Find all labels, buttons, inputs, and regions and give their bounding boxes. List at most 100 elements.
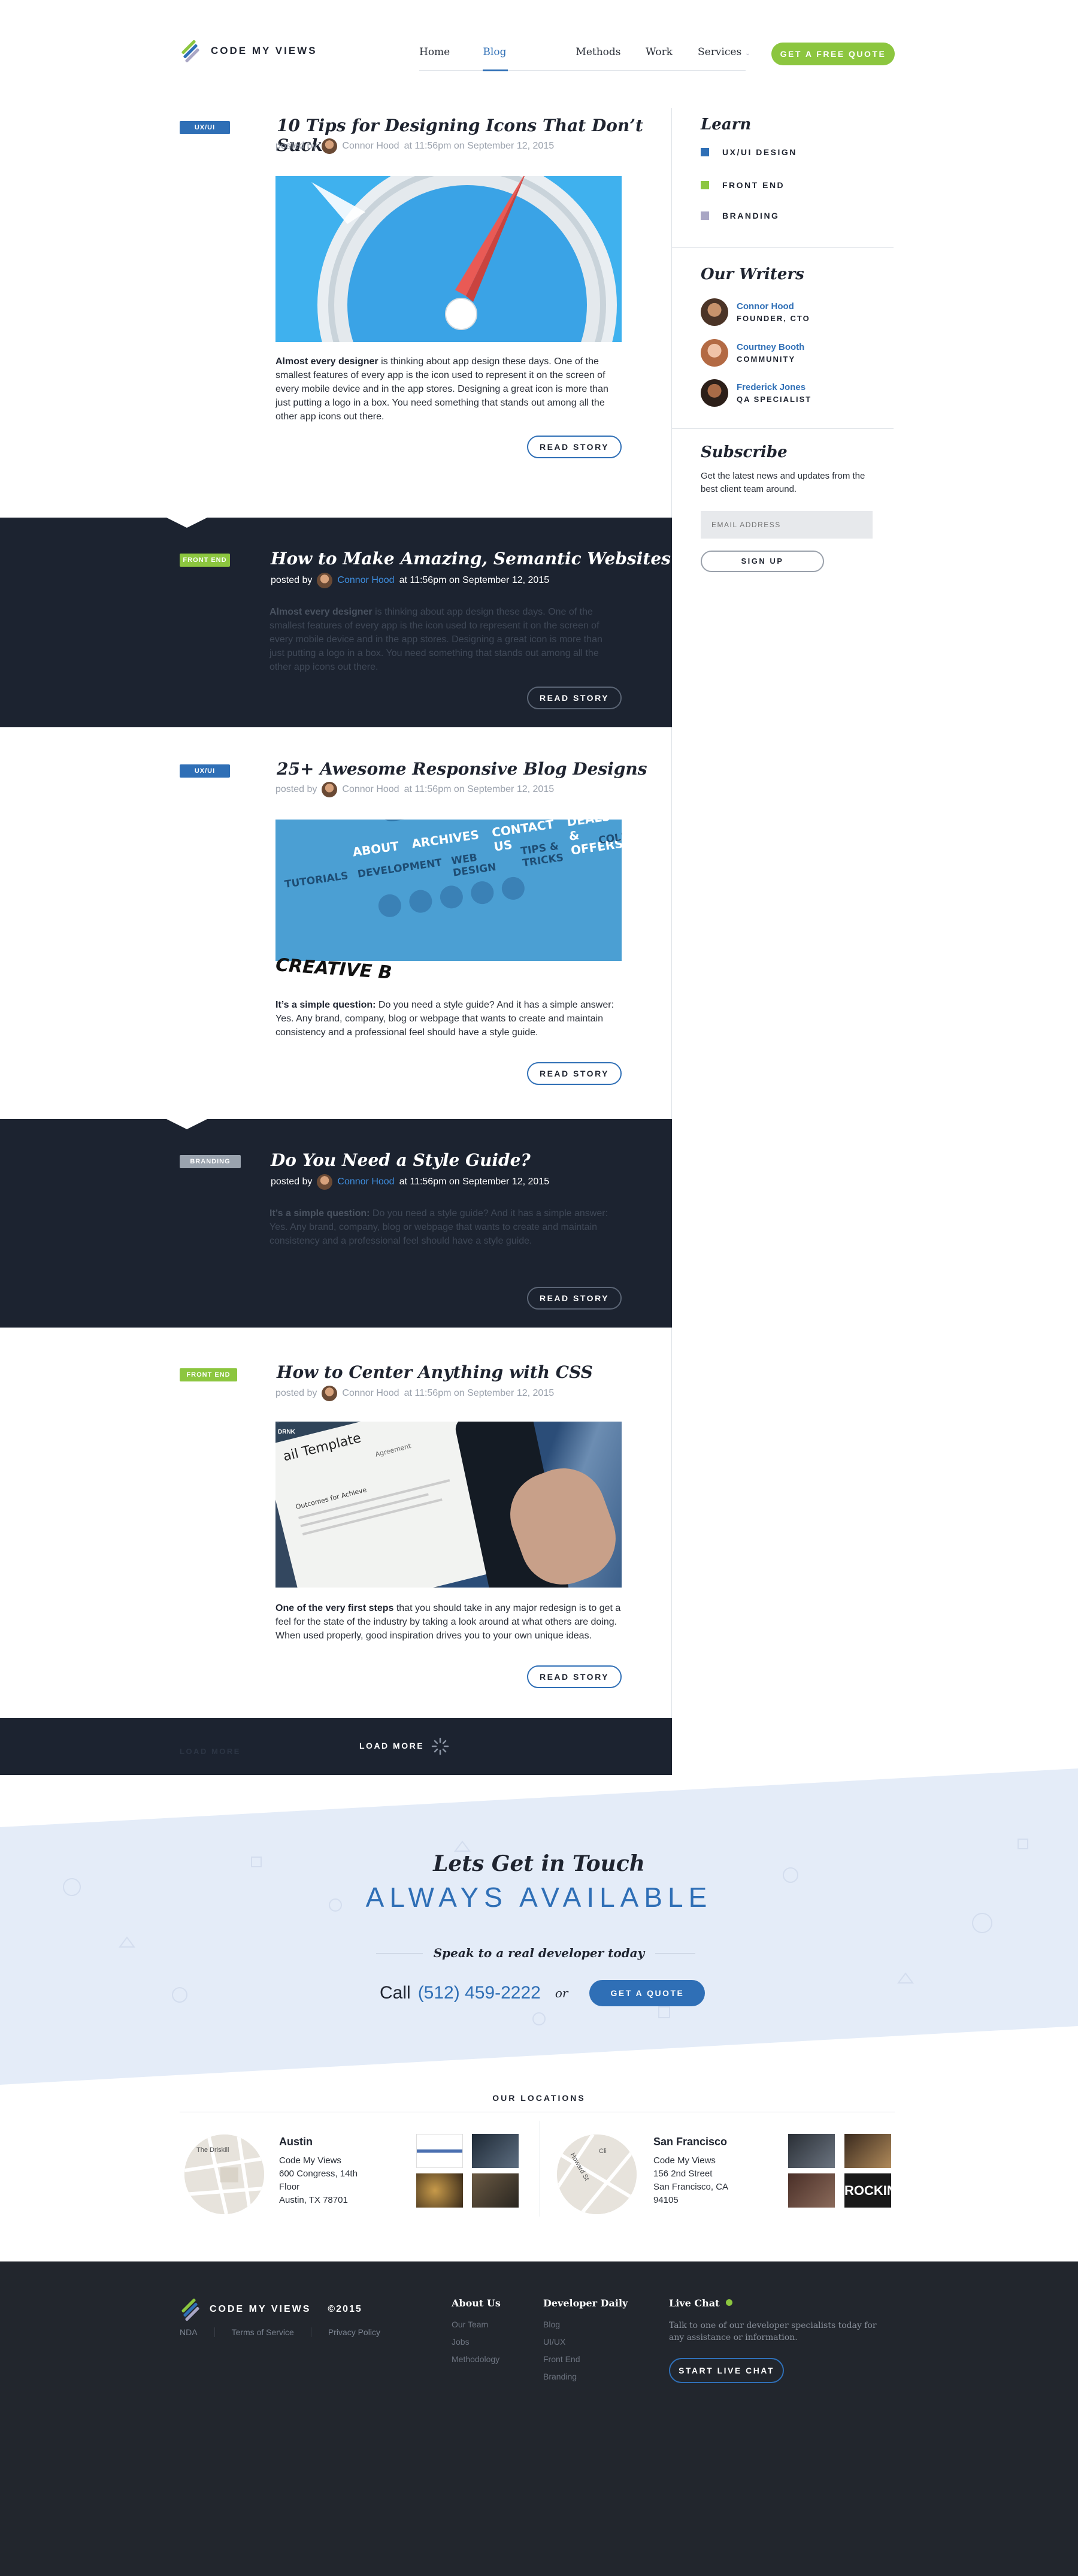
live-chat-heading: Live Chat	[669, 2297, 891, 2309]
writer-role: QA SPECIALIST	[737, 395, 812, 404]
map-label: Cli	[599, 2148, 607, 2155]
austin-photo[interactable]	[416, 2173, 463, 2208]
learn-item-frontend[interactable]: FRONT END	[701, 180, 785, 190]
author-link[interactable]: Connor Hood	[342, 1388, 399, 1399]
get-quote-button[interactable]: GET A QUOTE	[589, 1980, 705, 2006]
author-avatar	[322, 1386, 338, 1401]
sidebar-divider	[672, 428, 894, 429]
sf-photo[interactable]	[788, 2173, 835, 2208]
post-tag[interactable]: BRANDING	[180, 1155, 241, 1168]
footer-logo[interactable]: CODE MY VIEWS ©2015	[180, 2298, 362, 2321]
post-byline: posted by Connor Hood at 11:56pm on Sept…	[271, 1174, 549, 1190]
site-logo[interactable]: CODE MY VIEWS	[180, 40, 317, 63]
post-title[interactable]: How to Make Amazing, Semantic Websites	[271, 549, 671, 569]
read-story-button[interactable]: READ STORY	[527, 1665, 622, 1688]
footer-link[interactable]: Blog	[543, 2320, 628, 2329]
austin-photo[interactable]	[472, 2173, 519, 2208]
nav-work[interactable]: Work	[646, 42, 698, 71]
writer-name[interactable]: Frederick Jones	[737, 382, 811, 392]
post-image-compass[interactable]	[275, 176, 622, 342]
locations-heading: OUR LOCATIONS	[492, 2093, 586, 2103]
writer-name[interactable]: Courtney Booth	[737, 342, 804, 352]
learn-item-uxui[interactable]: UX/UI DESIGN	[701, 147, 797, 157]
post-byline: posted by Connor Hood at 11:56pm on Sept…	[271, 573, 549, 588]
email-field[interactable]	[701, 511, 873, 539]
footer-link-nda[interactable]: NDA	[180, 2327, 214, 2337]
sf-map[interactable]: Howard St Cli	[557, 2134, 637, 2214]
post-excerpt: One of the very first steps that you sho…	[275, 1603, 621, 1641]
learn-item-branding[interactable]: BRANDING	[701, 211, 779, 220]
austin-address: Code My Views 600 Congress, 14th Floor Aust…	[279, 2155, 358, 2205]
author-avatar	[322, 138, 338, 154]
author-link[interactable]: Connor Hood	[342, 784, 399, 795]
sf-photo[interactable]	[788, 2134, 835, 2168]
author-link[interactable]: Connor Hood	[337, 575, 394, 586]
load-more-bar[interactable]: LOAD MORE LOAD MORE	[0, 1718, 672, 1775]
avatar	[701, 339, 728, 367]
signup-button[interactable]: SIGN UP	[701, 551, 824, 572]
author-avatar	[317, 573, 333, 588]
avatar	[701, 298, 728, 326]
start-live-chat-button[interactable]: START LIVE CHAT	[669, 2358, 784, 2383]
post-image-codrops[interactable]: codrops ABOUTARCHIVESCONTACT USDEALS & O…	[275, 820, 622, 985]
posted-by-label: posted by	[271, 1177, 313, 1187]
spinner-icon	[431, 1737, 449, 1755]
post-tag[interactable]: FRONT END	[180, 554, 230, 567]
post-title[interactable]: Do You Need a Style Guide?	[271, 1150, 531, 1170]
footer-link-privacy[interactable]: Privacy Policy	[310, 2327, 397, 2337]
contact-section	[0, 1767, 1078, 2091]
nav-services[interactable]: Services ⌄	[698, 42, 750, 71]
nav-methods[interactable]: Methods	[576, 42, 646, 71]
post-excerpt: Almost every designer is thinking about …	[275, 356, 608, 422]
writer-role: COMMUNITY	[737, 355, 796, 364]
nav-home[interactable]: Home	[419, 42, 483, 71]
footer-link[interactable]: Methodology	[452, 2354, 501, 2364]
logo-text: CODE MY VIEWS	[211, 45, 317, 56]
call-row: Call (512) 459-2222 or GET A QUOTE	[380, 1980, 705, 2006]
writer-item[interactable]: Frederick Jones QA SPECIALIST	[701, 379, 811, 407]
post-title[interactable]: How to Center Anything with CSS	[277, 1362, 593, 1382]
footer-link[interactable]: UI/UX	[543, 2337, 628, 2347]
writer-item[interactable]: Courtney Booth COMMUNITY	[701, 339, 804, 367]
doc-row: Outcomes for Achieve	[295, 1486, 368, 1511]
austin-photo[interactable]	[416, 2134, 463, 2168]
writer-role: FOUNDER, CTO	[737, 314, 810, 323]
sf-photo[interactable]	[844, 2134, 891, 2168]
footer-link[interactable]: Front End	[543, 2354, 628, 2364]
author-link[interactable]: Connor Hood	[342, 141, 399, 152]
post-card: FRONT END How to Center Anything with CS…	[0, 1328, 672, 1718]
read-story-button[interactable]: READ STORY	[527, 1062, 622, 1085]
read-story-button[interactable]: READ STORY	[527, 687, 622, 709]
free-quote-button[interactable]: GET A FREE QUOTE	[771, 43, 895, 65]
site-footer: CODE MY VIEWS ©2015 NDA Terms of Service…	[0, 2261, 1078, 2576]
post-card: UX/UI 10 Tips for Designing Icons That D…	[0, 108, 672, 518]
author-link[interactable]: Connor Hood	[337, 1177, 394, 1187]
contact-title: Lets Get in Touch	[433, 1851, 645, 1876]
post-tag[interactable]: UX/UI	[180, 764, 230, 778]
read-story-button[interactable]: READ STORY	[527, 1287, 622, 1310]
or-label: or	[555, 1986, 568, 2000]
austin-photo[interactable]	[472, 2134, 519, 2168]
footer-link[interactable]: Our Team	[452, 2320, 501, 2329]
read-story-button[interactable]: READ STORY	[527, 436, 622, 458]
writer-item[interactable]: Connor Hood FOUNDER, CTO	[701, 298, 810, 326]
call-label: Call	[380, 1983, 411, 2003]
footer-link[interactable]: Branding	[543, 2372, 628, 2381]
footer-link-terms[interactable]: Terms of Service	[214, 2327, 311, 2337]
avatar	[701, 379, 728, 407]
sf-photo[interactable]: ROCKIN	[844, 2173, 891, 2208]
nav-blog[interactable]: Blog	[483, 42, 508, 71]
posted-by-label: posted by	[271, 575, 313, 585]
footer-link[interactable]: Jobs	[452, 2337, 501, 2347]
post-image-tablet[interactable]: ail Template Agreement Outcomes for Achi…	[275, 1422, 622, 1588]
writer-name[interactable]: Connor Hood	[737, 301, 810, 312]
post-excerpt: It’s a simple question: Do you need a st…	[270, 1208, 608, 1246]
post-tag[interactable]: UX/UI	[180, 121, 230, 134]
live-chat-text: Talk to one of our developer specialists…	[669, 2321, 877, 2342]
austin-map[interactable]: The Driskill	[184, 2134, 264, 2214]
online-status-icon	[725, 2299, 732, 2306]
post-title[interactable]: 25+ Awesome Responsive Blog Designs	[277, 759, 647, 779]
post-tag[interactable]: FRONT END	[180, 1368, 237, 1381]
subscribe-text: Get the latest news and updates from the…	[701, 471, 865, 494]
phone-link[interactable]: (512) 459-2222	[418, 1983, 541, 2003]
